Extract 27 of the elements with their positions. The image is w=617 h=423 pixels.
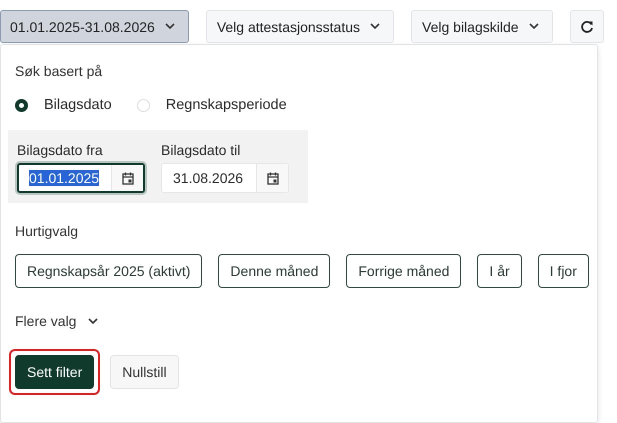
chevron-down-icon [528, 23, 539, 30]
filter-dropdown[interactable]: 01.01.2025-31.08.2026 [0, 10, 189, 43]
filter-dropdown[interactable]: Velg attestasjonsstatus [206, 10, 394, 43]
chevron-down-icon [88, 318, 98, 324]
quick-select-button[interactable]: I fjor [538, 254, 589, 288]
quick-select-button[interactable]: I år [477, 254, 522, 288]
calendar-icon[interactable] [122, 172, 134, 184]
radio-option[interactable]: Regnskapsperiode [136, 97, 287, 113]
date-field[interactable]: 01.01.2025 [17, 163, 145, 193]
quick-select-button[interactable]: Denne måned [218, 254, 330, 288]
apply-filter-button[interactable]: Sett filter [15, 355, 94, 389]
quick-select-button[interactable]: Forrige måned [346, 254, 462, 288]
section-label: Hurtigvalg [15, 223, 80, 239]
quick-select-button[interactable]: Regnskapsår 2025 (aktivt) [15, 254, 202, 288]
date-field[interactable]: 31.08.2026 [161, 163, 289, 193]
filter-dropdown[interactable]: Velg bilagskilde [411, 10, 553, 43]
reset-button[interactable]: Nullstill [110, 355, 179, 389]
field-label: Bilagsdato fra [17, 142, 104, 158]
section-label: Søk basert på [15, 63, 104, 79]
field-label: Bilagsdato til [161, 142, 242, 158]
more-options-toggle[interactable]: Flere valg [15, 313, 98, 329]
radio-option[interactable]: Bilagsdato [15, 97, 112, 113]
chevron-down-icon [164, 23, 175, 30]
refresh-icon [580, 20, 594, 34]
calendar-icon[interactable] [266, 172, 278, 184]
refresh-button[interactable] [570, 10, 604, 43]
chevron-down-icon [370, 23, 380, 30]
